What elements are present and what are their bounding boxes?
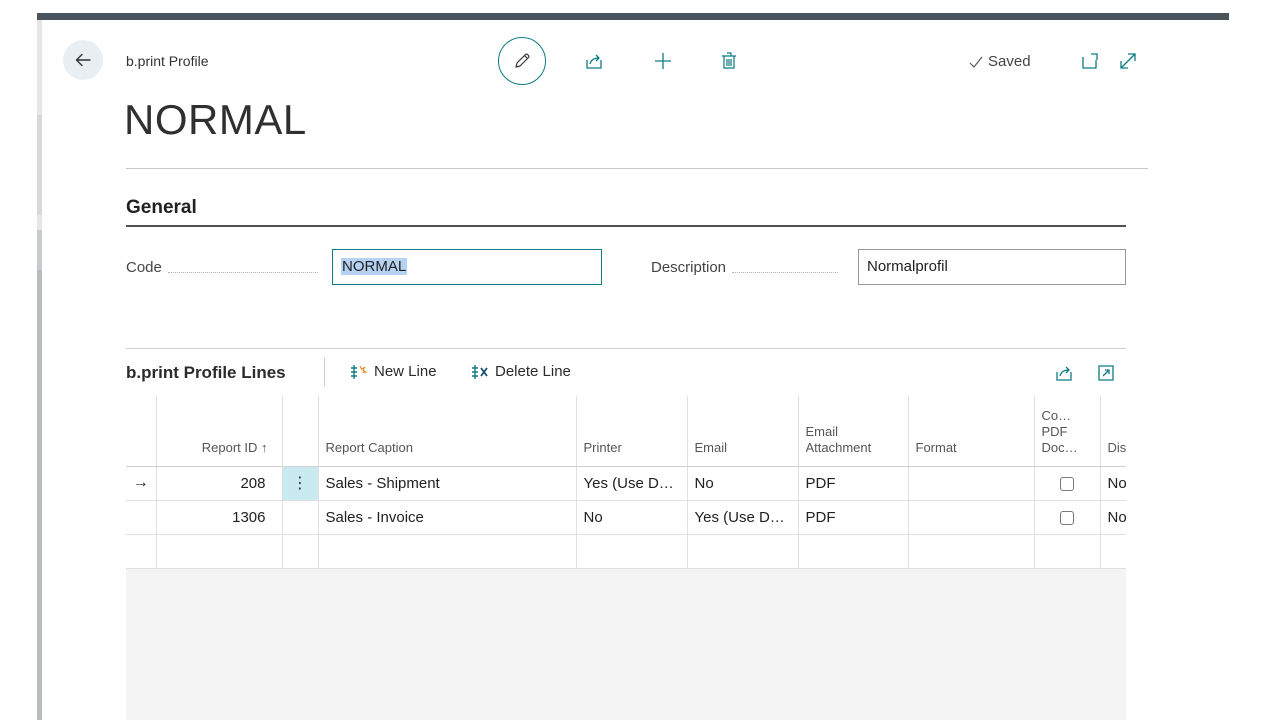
delete-line-label: Delete Line <box>495 363 571 380</box>
col-header-email[interactable]: Email <box>687 396 799 467</box>
pencil-icon <box>515 53 530 68</box>
saved-label: Saved <box>988 53 1031 70</box>
code-field[interactable]: NORMAL <box>332 249 602 285</box>
description-value: Normalprofil <box>867 258 948 275</box>
email-cell[interactable]: No <box>687 466 799 501</box>
plus-icon <box>655 53 671 69</box>
share-icon[interactable] <box>1054 363 1074 383</box>
new-button[interactable] <box>651 49 675 73</box>
checkmark-icon <box>969 56 983 68</box>
table-row[interactable]: → 208 ⋮ Sales - Shipment Yes (Use D… No … <box>126 466 1126 501</box>
share-button[interactable] <box>582 49 606 73</box>
code-value: NORMAL <box>341 258 408 275</box>
edit-button[interactable] <box>498 37 546 85</box>
breadcrumb: b.print Profile <box>126 53 209 69</box>
saved-status: Saved <box>968 53 1031 70</box>
printer-cell[interactable]: No <box>576 500 688 535</box>
expand-lines-icon[interactable] <box>1096 363 1116 383</box>
col-header-format[interactable]: Format <box>908 396 1035 467</box>
report-caption-cell[interactable]: Sales - Invoice <box>318 500 577 535</box>
email-attachment-cell[interactable]: PDF <box>798 466 909 501</box>
email-attachment-cell[interactable]: PDF <box>798 500 909 535</box>
current-row-arrow-icon: → <box>126 466 157 501</box>
dis-cell[interactable]: No <box>1100 500 1126 535</box>
format-cell[interactable] <box>908 500 1035 535</box>
dis-cell[interactable]: No <box>1100 466 1126 501</box>
col-header-combine-pdf[interactable]: Co… PDF Doc… <box>1034 396 1101 467</box>
back-arrow-icon <box>75 53 91 67</box>
report-caption-cell[interactable]: Sales - Shipment <box>318 466 577 501</box>
delete-line-button[interactable]: Delete Line <box>471 363 571 380</box>
combine-pdf-checkbox[interactable] <box>1060 476 1074 491</box>
email-cell[interactable]: Yes (Use D… <box>687 500 799 535</box>
col-header-dis[interactable]: Dis <box>1100 396 1126 467</box>
empty-new-row[interactable] <box>126 534 1126 569</box>
col-header-printer[interactable]: Printer <box>576 396 688 467</box>
col-header-report-id[interactable]: Report ID ↑ <box>156 396 283 467</box>
general-section-header[interactable]: General <box>126 197 197 219</box>
delete-button[interactable] <box>717 49 741 73</box>
lines-title[interactable]: b.print Profile Lines <box>126 363 286 383</box>
col-header-report-caption[interactable]: Report Caption <box>318 396 577 467</box>
table-row[interactable]: 1306 Sales - Invoice No Yes (Use D… PDF … <box>126 500 1126 535</box>
lines-grid: Report ID ↑ Report Caption Printer Email… <box>126 396 1126 720</box>
report-id-cell[interactable]: 1306 <box>156 500 283 535</box>
top-bar <box>37 13 1229 20</box>
format-cell[interactable] <box>908 466 1035 501</box>
new-line-button[interactable]: New Line <box>350 363 437 380</box>
action-bar <box>498 37 741 85</box>
printer-cell[interactable]: Yes (Use D… <box>576 466 688 501</box>
left-rail <box>37 20 42 720</box>
combine-pdf-checkbox[interactable] <box>1060 510 1074 525</box>
row-menu-icon[interactable]: ⋮ <box>282 466 319 501</box>
lines-separator <box>126 348 1126 349</box>
new-line-label: New Line <box>374 363 437 380</box>
expand-icon[interactable] <box>1118 51 1138 71</box>
delete-line-icon <box>472 364 488 379</box>
report-id-cell[interactable]: 208 <box>156 466 283 501</box>
new-line-icon <box>351 364 368 379</box>
share-icon <box>586 54 602 69</box>
title-separator <box>126 168 1148 169</box>
back-button[interactable] <box>63 40 103 80</box>
general-divider <box>126 225 1126 227</box>
description-field[interactable]: Normalprofil <box>858 249 1126 285</box>
page-title: NORMAL <box>124 96 307 143</box>
grid-header-row: Report ID ↑ Report Caption Printer Email… <box>126 396 1126 467</box>
description-label: Description <box>651 259 839 276</box>
open-new-window-icon[interactable] <box>1080 51 1100 71</box>
trash-icon <box>722 52 736 69</box>
col-header-email-attachment[interactable]: Email Attachment <box>798 396 909 467</box>
code-label: Code <box>126 259 318 276</box>
